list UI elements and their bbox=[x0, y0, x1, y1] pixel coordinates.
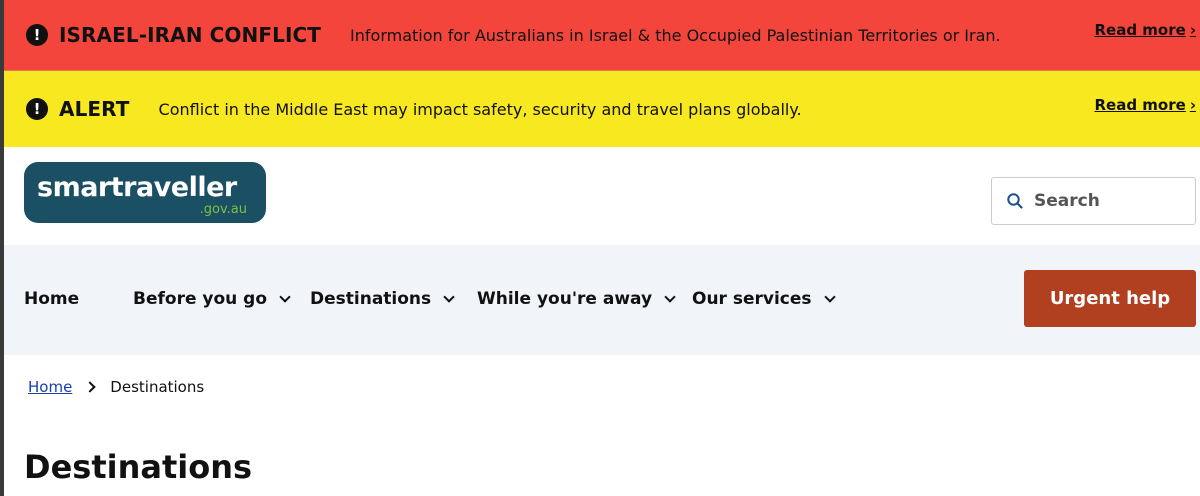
breadcrumb-current: Destinations bbox=[110, 378, 205, 396]
nav-item-while-youre-away[interactable]: While you're away bbox=[477, 289, 676, 309]
conflict-banner: ! ISRAEL-IRAN CONFLICT Information for A… bbox=[4, 0, 1200, 71]
nav-item-home[interactable]: Home bbox=[24, 289, 79, 309]
nav-item-label: While you're away bbox=[477, 289, 653, 309]
nav-item-label: Before you go bbox=[133, 289, 268, 309]
logo-wordmark: smartraveller bbox=[37, 172, 237, 203]
alert-read-more-link[interactable]: Read more › bbox=[1095, 96, 1197, 114]
main-nav: Home Before you go Destinations While yo… bbox=[4, 245, 1200, 355]
chevron-right-icon bbox=[84, 381, 96, 393]
exclamation-icon: ! bbox=[26, 24, 48, 46]
smartraveller-logo[interactable]: smartraveller .gov.au bbox=[24, 162, 266, 223]
nav-item-label: Home bbox=[24, 289, 80, 309]
exclamation-icon: ! bbox=[26, 98, 48, 120]
nav-item-label: Destinations bbox=[310, 289, 432, 309]
page: ! ISRAEL-IRAN CONFLICT Information for A… bbox=[0, 0, 1200, 496]
conflict-banner-text: Information for Australians in Israel & … bbox=[350, 25, 1001, 45]
chevron-down-icon bbox=[443, 290, 455, 303]
conflict-read-more-link[interactable]: Read more › bbox=[1095, 21, 1197, 39]
search-placeholder: Search bbox=[1034, 191, 1100, 211]
nav-item-before-you-go[interactable]: Before you go bbox=[133, 289, 291, 309]
alert-banner: ! ALERT Conflict in the Middle East may … bbox=[4, 71, 1200, 147]
page-title: Destinations bbox=[24, 448, 253, 486]
chevron-down-icon bbox=[823, 290, 836, 303]
site-header: smartraveller .gov.au Search bbox=[4, 147, 1200, 245]
chevron-right-icon: › bbox=[1189, 21, 1196, 39]
urgent-help-button[interactable]: Urgent help bbox=[1024, 270, 1196, 327]
logo-domain: .gov.au bbox=[199, 202, 247, 217]
nav-item-destinations[interactable]: Destinations bbox=[310, 289, 455, 309]
chevron-right-icon: › bbox=[1189, 96, 1196, 114]
nav-item-our-services[interactable]: Our services bbox=[692, 289, 836, 309]
chevron-down-icon bbox=[279, 290, 291, 303]
alert-banner-title: ALERT bbox=[59, 97, 130, 121]
breadcrumb: Home Destinations bbox=[28, 378, 204, 396]
search-icon bbox=[1006, 192, 1024, 210]
breadcrumb-home-link[interactable]: Home bbox=[28, 378, 72, 396]
alert-banner-text: Conflict in the Middle East may impact s… bbox=[158, 99, 802, 119]
conflict-read-more-label: Read more bbox=[1094, 21, 1186, 39]
conflict-banner-title: ISRAEL-IRAN CONFLICT bbox=[59, 23, 322, 47]
search-input[interactable]: Search bbox=[991, 177, 1196, 225]
chevron-down-icon bbox=[664, 290, 676, 303]
nav-item-label: Our services bbox=[692, 289, 812, 309]
alert-read-more-label: Read more bbox=[1094, 96, 1186, 114]
